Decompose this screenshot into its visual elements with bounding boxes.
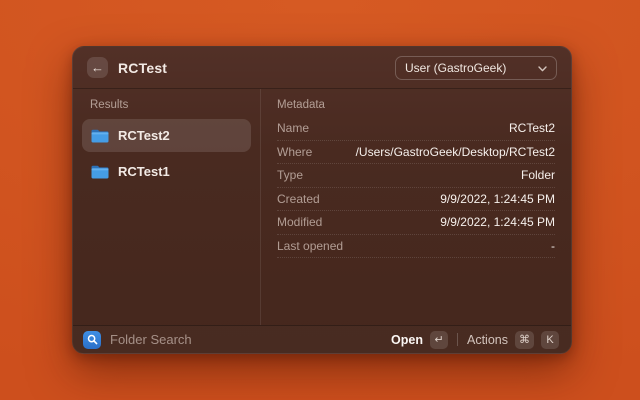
metadata-row-created: Created 9/9/2022, 1:24:45 PM	[277, 188, 555, 212]
page-title: RCTest	[118, 60, 167, 76]
user-dropdown-value: User (GastroGeek)	[405, 61, 530, 75]
back-arrow-icon: ←	[91, 60, 104, 75]
metadata-row-modified: Modified 9/9/2022, 1:24:45 PM	[277, 211, 555, 235]
footer-bar: Open ↵ Actions ⌘ K	[73, 325, 571, 353]
search-input[interactable]	[110, 332, 382, 347]
results-panel: Results RCTest2	[73, 89, 261, 325]
metadata-value: 9/9/2022, 1:24:45 PM	[440, 215, 555, 229]
metadata-label: Modified	[277, 215, 322, 229]
window-header: ← RCTest User (GastroGeek)	[73, 47, 571, 89]
actions-button[interactable]: Actions	[467, 333, 508, 347]
folder-search-window: ← RCTest User (GastroGeek) Results	[72, 46, 572, 354]
metadata-row-where: Where /Users/GastroGeek/Desktop/RCTest2	[277, 141, 555, 165]
metadata-row-type: Type Folder	[277, 164, 555, 188]
desktop-background: ← RCTest User (GastroGeek) Results	[0, 0, 640, 400]
folder-icon	[91, 129, 109, 143]
metadata-label: Name	[277, 121, 309, 135]
metadata-value: -	[551, 239, 555, 253]
metadata-label: Created	[277, 192, 320, 206]
metadata-row-name: Name RCTest2	[277, 117, 555, 141]
results-header: Results	[82, 96, 251, 119]
back-button[interactable]: ←	[87, 57, 108, 78]
result-item-label: RCTest1	[118, 164, 170, 179]
footer-divider	[457, 333, 458, 346]
k-key-badge: K	[541, 331, 559, 349]
open-button[interactable]: Open	[391, 333, 423, 347]
metadata-value: RCTest2	[509, 121, 555, 135]
result-item-rctest2[interactable]: RCTest2	[82, 119, 251, 152]
chevron-down-icon	[538, 61, 547, 75]
search-icon	[83, 331, 101, 349]
result-item-rctest1[interactable]: RCTest1	[82, 155, 251, 188]
metadata-label: Last opened	[277, 239, 343, 253]
result-item-label: RCTest2	[118, 128, 170, 143]
metadata-label: Type	[277, 168, 303, 182]
main-content: Results RCTest2	[73, 89, 571, 325]
folder-icon	[91, 165, 109, 179]
metadata-value: /Users/GastroGeek/Desktop/RCTest2	[356, 145, 555, 159]
footer-actions: Open ↵ Actions ⌘ K	[391, 331, 559, 349]
metadata-panel: Metadata Name RCTest2 Where /Users/Gastr…	[261, 89, 571, 325]
metadata-value: 9/9/2022, 1:24:45 PM	[440, 192, 555, 206]
metadata-row-last-opened: Last opened -	[277, 235, 555, 259]
cmd-key-badge: ⌘	[515, 331, 534, 349]
enter-key-badge: ↵	[430, 331, 448, 349]
metadata-label: Where	[277, 145, 312, 159]
metadata-header: Metadata	[277, 89, 555, 117]
user-dropdown[interactable]: User (GastroGeek)	[395, 56, 557, 80]
metadata-value: Folder	[521, 168, 555, 182]
